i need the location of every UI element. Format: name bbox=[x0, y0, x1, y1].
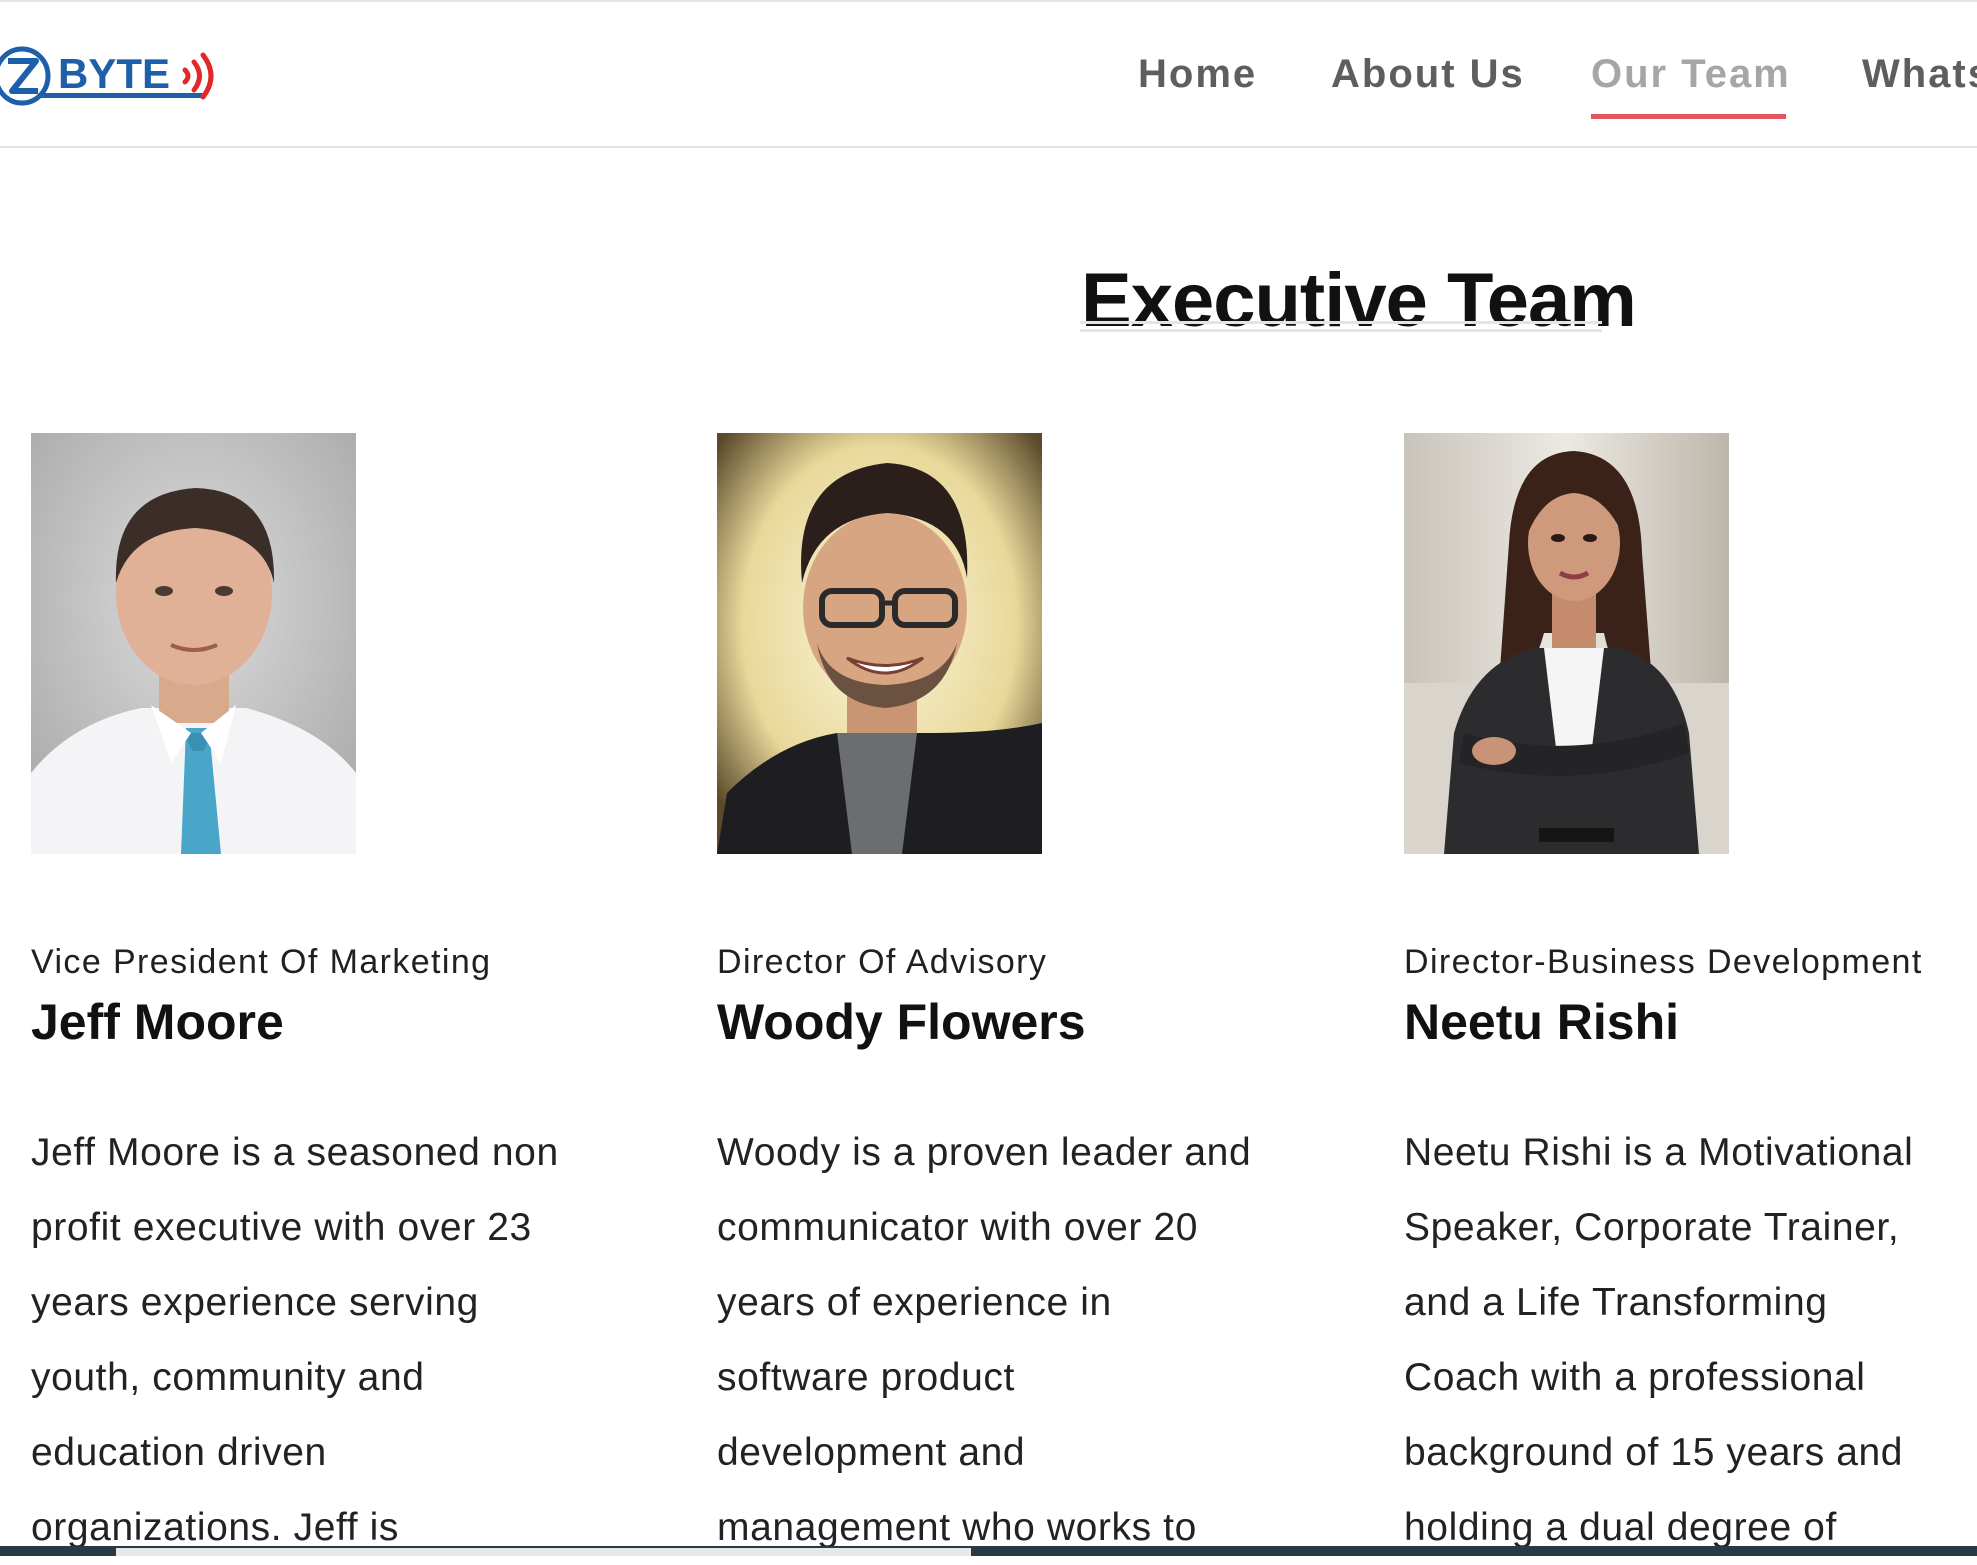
member-name: Woody Flowers bbox=[717, 994, 1086, 1050]
bio-line: Speaker, Corporate Trainer, bbox=[1404, 1206, 1900, 1249]
bio-line: and a Life Transforming bbox=[1404, 1281, 1828, 1324]
portrait-neetu-rishi bbox=[1404, 433, 1729, 854]
bio-line: Jeff Moore is a seasoned non bbox=[31, 1131, 559, 1174]
bio-line: Woody is a proven leader and bbox=[717, 1131, 1252, 1174]
bio-line: profit executive with over 23 bbox=[31, 1206, 532, 1249]
bio-line: Neetu Rishi is a Motivational bbox=[1404, 1131, 1914, 1174]
bio-line: development and bbox=[717, 1431, 1026, 1474]
member-bio: Woody is a proven leader and communicato… bbox=[717, 1115, 1307, 1565]
horizontal-scrollbar-thumb[interactable] bbox=[116, 1548, 971, 1556]
nav-home[interactable]: Home bbox=[1138, 52, 1257, 97]
bio-line: years of experience in bbox=[717, 1281, 1112, 1324]
bio-line: Coach with a professional bbox=[1404, 1356, 1866, 1399]
nav-whats[interactable]: Whats bbox=[1862, 52, 1977, 97]
bio-line: years experience serving bbox=[31, 1281, 479, 1324]
member-role: Vice President Of Marketing bbox=[31, 943, 492, 981]
bio-line: youth, community and bbox=[31, 1356, 425, 1399]
member-bio: Jeff Moore is a seasoned non profit exec… bbox=[31, 1115, 621, 1565]
portrait-woody-flowers bbox=[717, 433, 1042, 854]
portrait-jeff-moore bbox=[31, 433, 356, 854]
member-photo bbox=[31, 433, 356, 854]
member-name: Jeff Moore bbox=[31, 994, 284, 1050]
site-header: BYTE Home About Us Our Team Whats bbox=[0, 0, 1977, 148]
main-nav: Home About Us Our Team Whats bbox=[0, 52, 1977, 112]
member-photo bbox=[717, 433, 1042, 854]
nav-our-team[interactable]: Our Team bbox=[1591, 52, 1791, 97]
nav-active-indicator bbox=[1591, 114, 1786, 119]
bio-line: background of 15 years and bbox=[1404, 1431, 1904, 1474]
title-divider-secondary bbox=[1080, 329, 1602, 332]
member-bio: Neetu Rishi is a Motivational Speaker, C… bbox=[1404, 1115, 1977, 1565]
nav-about-us[interactable]: About Us bbox=[1331, 52, 1525, 97]
bio-line: communicator with over 20 bbox=[717, 1206, 1199, 1249]
member-role: Director-Business Development bbox=[1404, 943, 1923, 981]
member-photo bbox=[1404, 433, 1729, 854]
member-role: Director Of Advisory bbox=[717, 943, 1048, 981]
member-name: Neetu Rishi bbox=[1404, 994, 1680, 1050]
bio-line: software product bbox=[717, 1356, 1015, 1399]
bio-line: education driven bbox=[31, 1431, 327, 1474]
title-divider bbox=[1080, 321, 1602, 324]
